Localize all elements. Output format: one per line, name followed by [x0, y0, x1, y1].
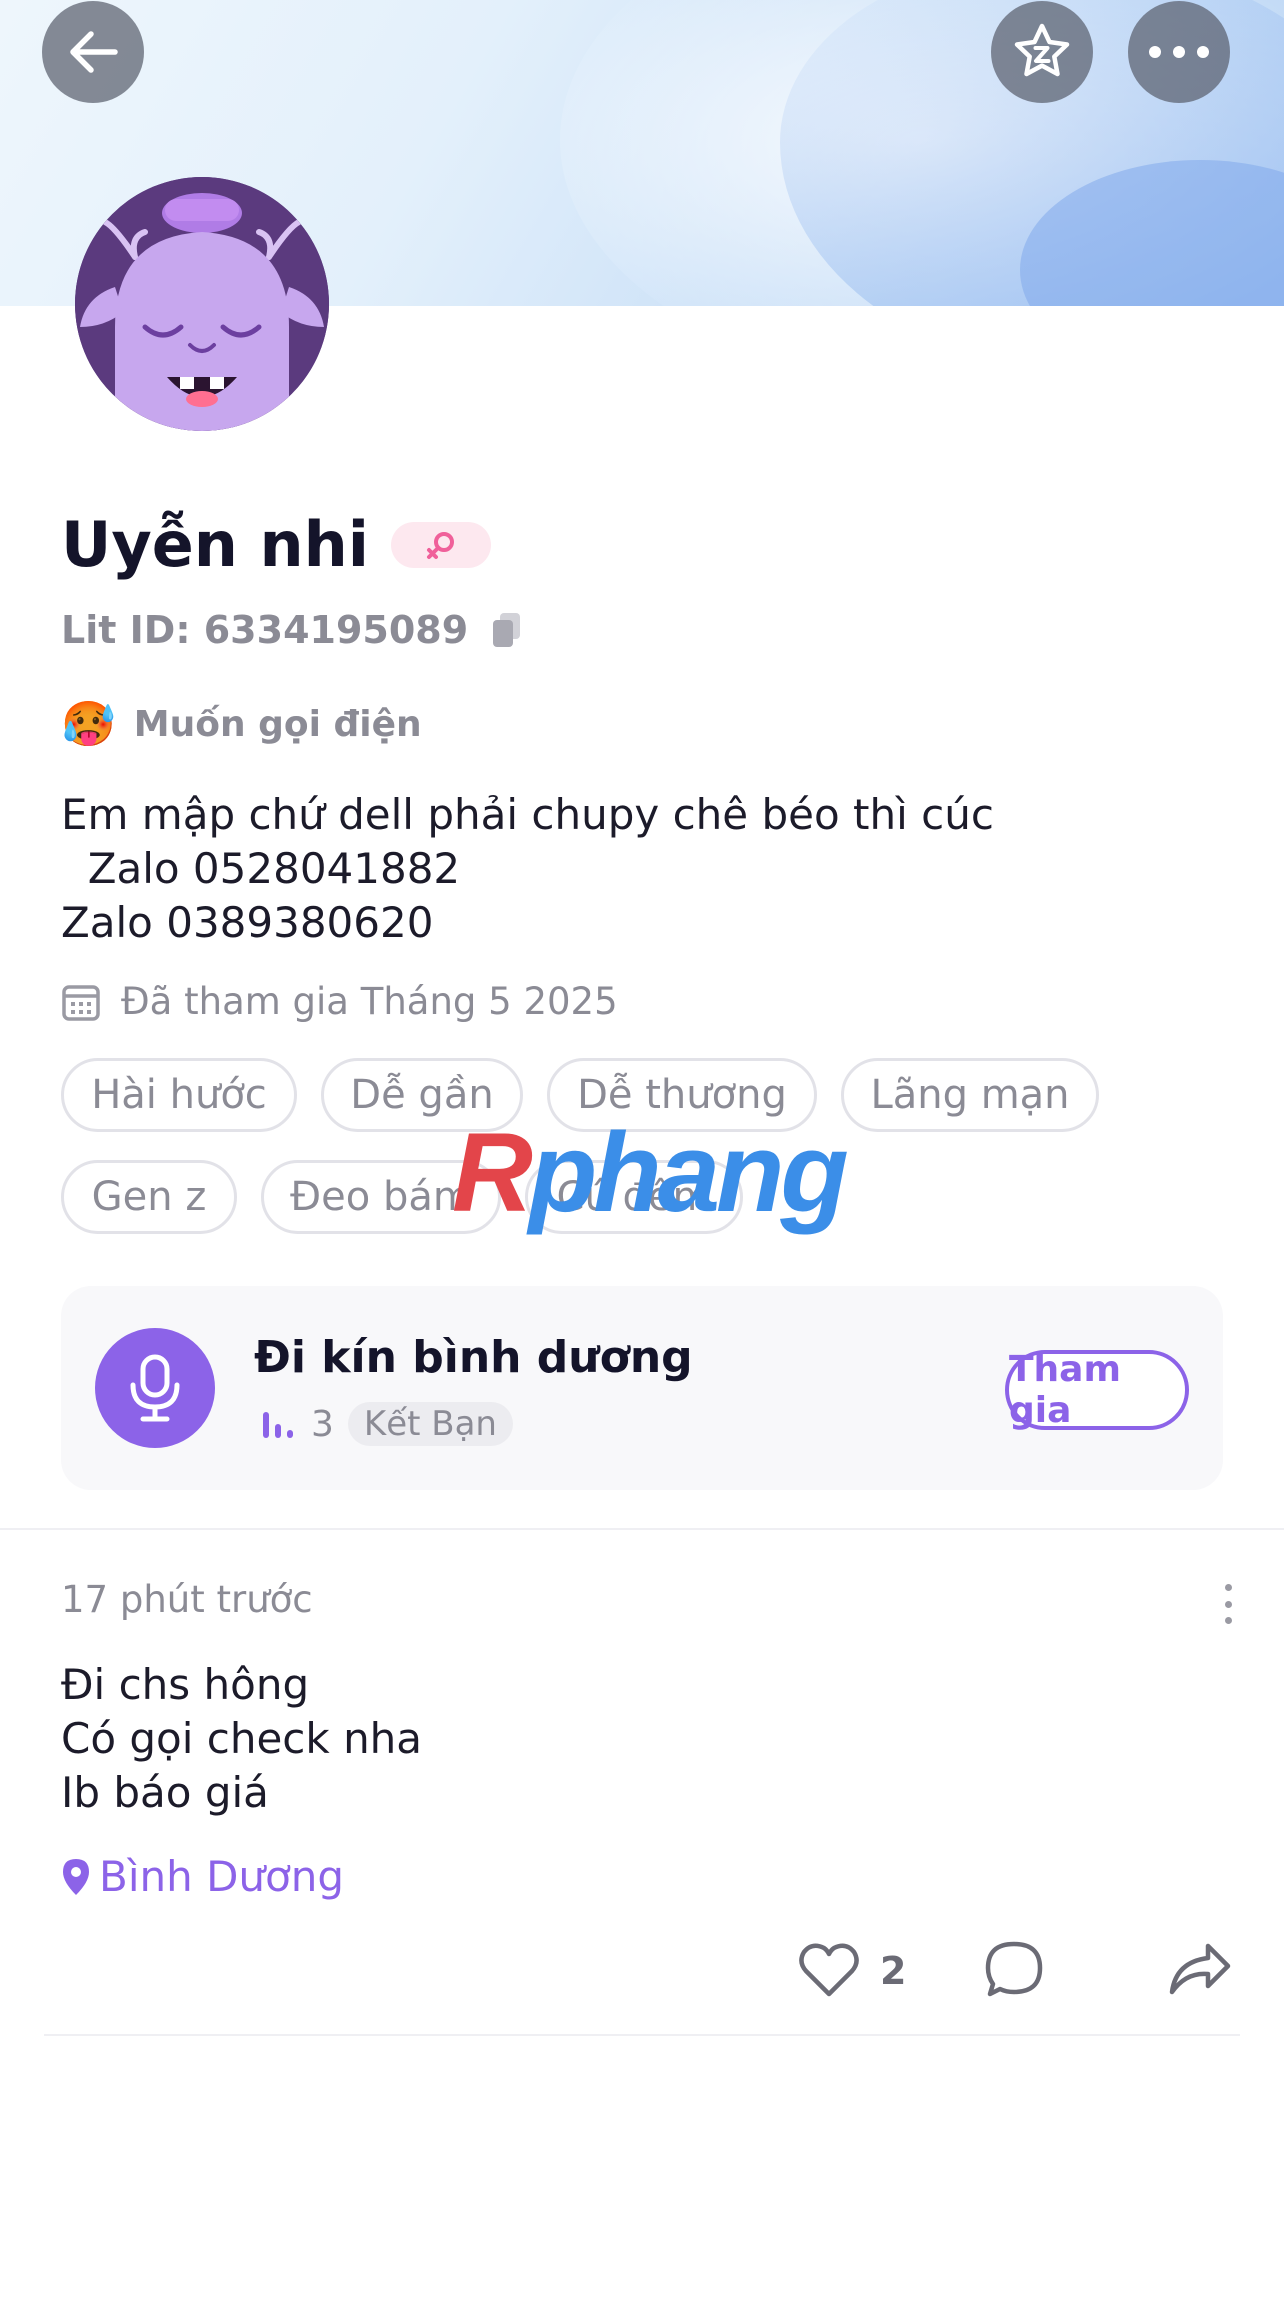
avatar[interactable]: [75, 177, 329, 431]
gender-badge: [391, 521, 492, 568]
listener-count: 3: [311, 1403, 334, 1445]
location-pin-icon: [63, 1858, 89, 1895]
like-button[interactable]: [798, 1940, 860, 1998]
status-text: Muốn gọi điện: [133, 703, 422, 745]
joined-date: Đã tham gia Tháng 5 2025: [121, 980, 618, 1023]
watermark-part-1: R: [452, 1110, 533, 1235]
share-button[interactable]: [1168, 1940, 1232, 1998]
status-emoji: 🥵: [61, 699, 116, 750]
profile-name: Uyễn nhi: [61, 508, 370, 581]
call-status: 🥵 Muốn gọi điện: [61, 698, 422, 750]
dot: [1224, 1617, 1232, 1624]
room-category-badge: Kết Bạn: [347, 1402, 513, 1446]
comment-button[interactable]: [984, 1940, 1044, 2000]
tag-gen-z: Gen z: [61, 1160, 237, 1234]
star-icon: [1014, 23, 1070, 77]
female-icon: [427, 531, 455, 559]
like-count: 2: [880, 1949, 907, 1993]
post-body: Đi chs hông Có gọi check nha Ib báo giá: [61, 1660, 423, 1817]
lit-id: Lit ID: 6334195089: [61, 608, 469, 652]
more-horizontal-icon: [1149, 46, 1209, 58]
join-room-button[interactable]: Tham gia: [1005, 1349, 1189, 1431]
tag-hai-huoc: Hài hước: [61, 1058, 297, 1132]
calendar-icon: [62, 984, 100, 1021]
favorite-button[interactable]: [991, 1, 1093, 103]
voice-room-card[interactable]: Đi kín bình dương 3 Kết Bạn Tham gia: [61, 1286, 1223, 1490]
back-button[interactable]: [42, 1, 144, 103]
watermark-part-2: phang: [528, 1110, 849, 1235]
audio-bars-icon: [263, 1412, 293, 1438]
post-divider: [44, 2034, 1240, 2036]
location-label: Bình Dương: [99, 1852, 345, 1901]
post-more-button[interactable]: [1222, 1584, 1234, 1624]
tag-lang-man: Lãng mạn: [841, 1058, 1099, 1132]
microphone-icon: [130, 1354, 180, 1422]
profile-title-row: Uyễn nhi: [61, 508, 492, 581]
post-location[interactable]: Bình Dương: [61, 1852, 344, 1901]
dot: [1224, 1584, 1232, 1591]
post-timestamp: 17 phút trước: [61, 1578, 313, 1621]
watermark-logo: Rphang: [452, 1108, 849, 1237]
arrow-left-icon: [70, 31, 118, 73]
copy-icon[interactable]: [490, 611, 524, 649]
avatar-illustration: [75, 177, 329, 431]
profile-bio: Em mập chứ dell phải chupy chê béo thì c…: [61, 790, 994, 947]
more-options-button[interactable]: [1128, 1, 1230, 103]
joined-date-row: Đã tham gia Tháng 5 2025: [61, 980, 618, 1023]
room-meta: 3 Kết Bạn: [261, 1402, 513, 1446]
lit-id-row: Lit ID: 6334195089: [61, 608, 524, 652]
room-avatar: [95, 1328, 215, 1448]
dot: [1224, 1600, 1232, 1608]
section-divider: [0, 1528, 1284, 1530]
room-name: Đi kín bình dương: [254, 1332, 693, 1383]
